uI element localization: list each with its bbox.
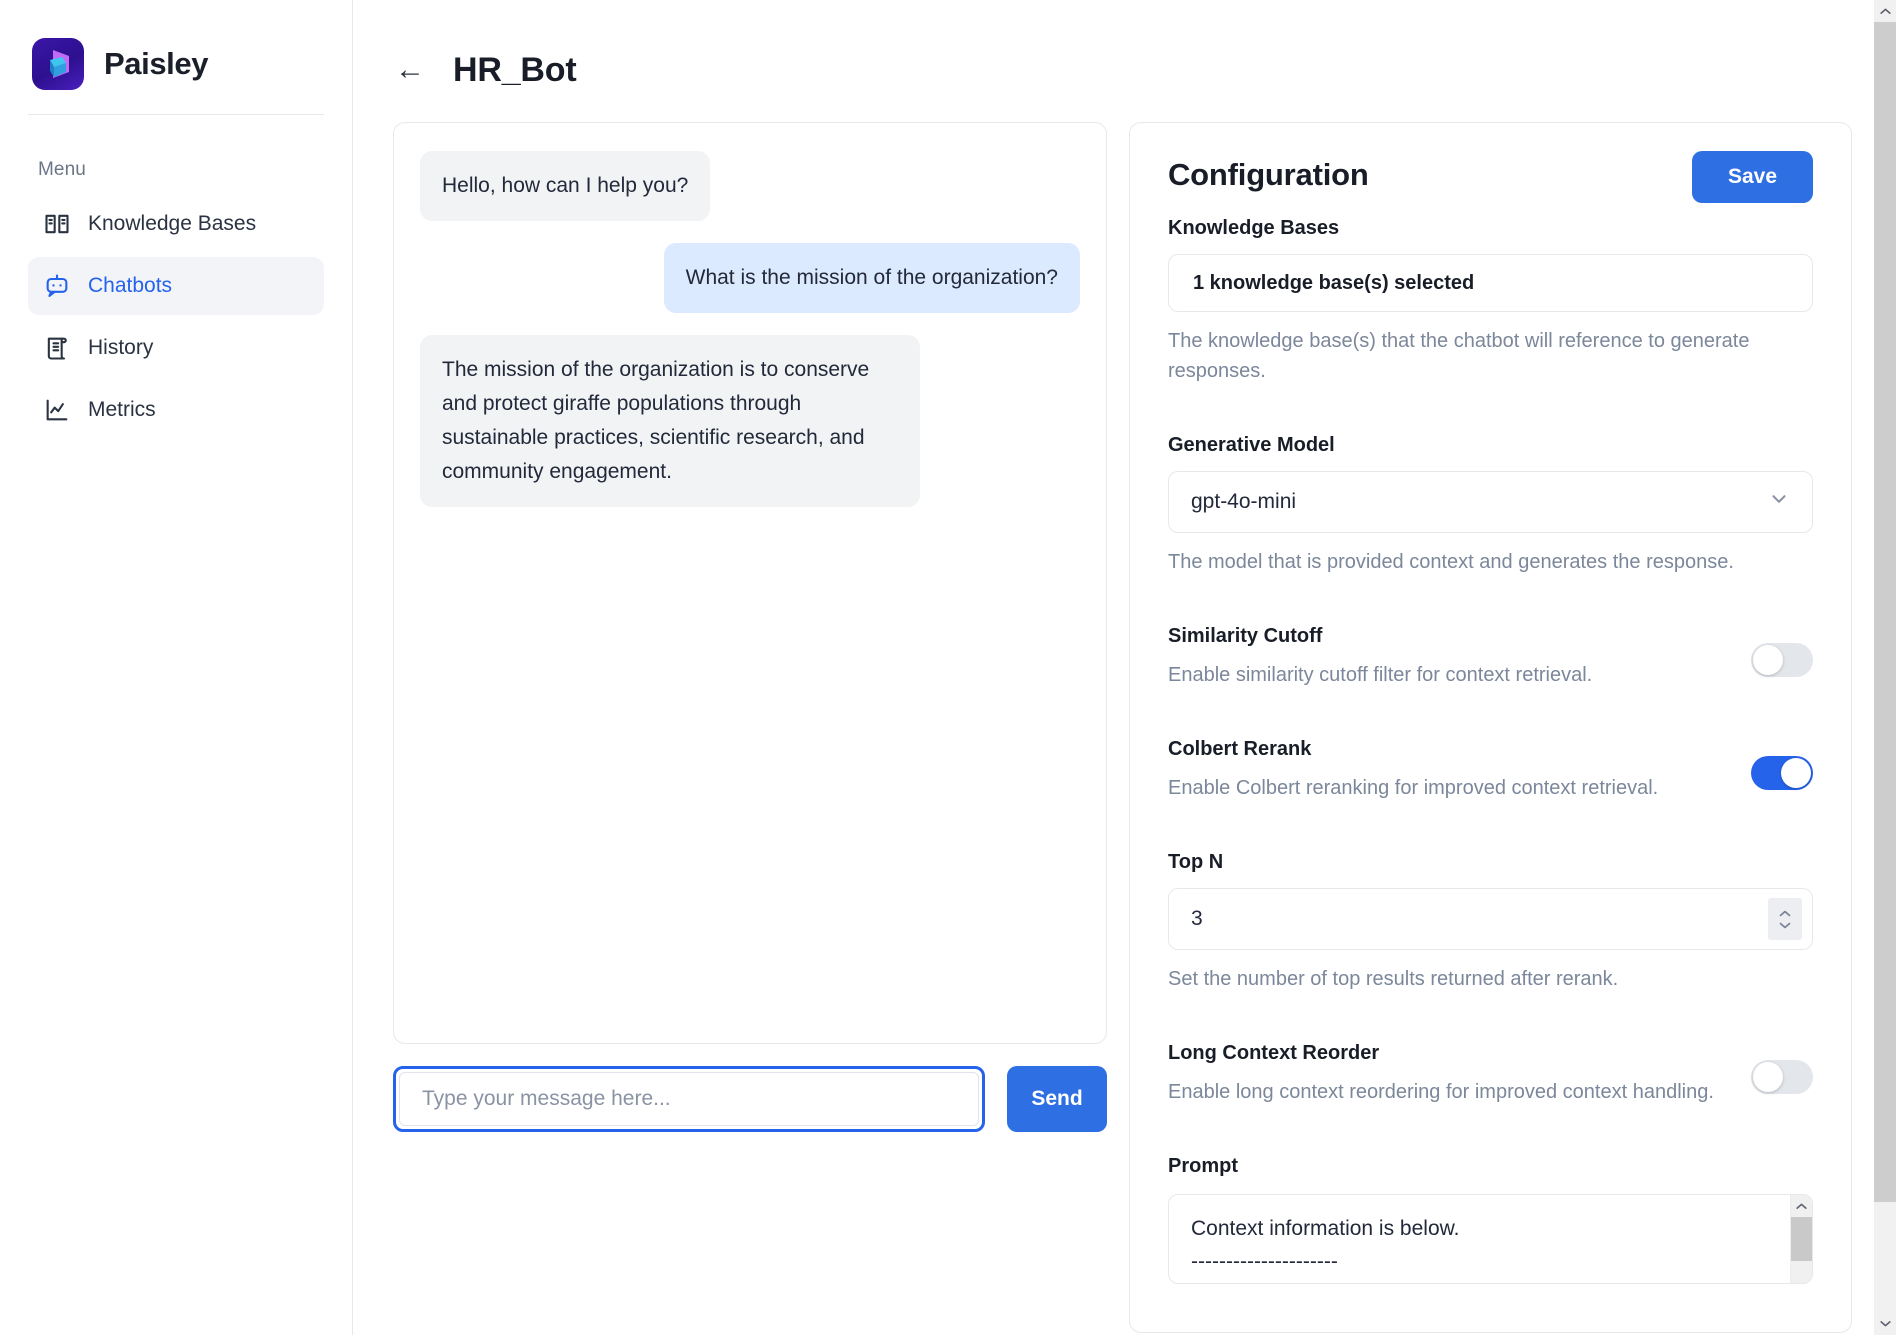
knowledge-bases-select[interactable]: 1 knowledge base(s) selected: [1168, 254, 1813, 312]
main-content: ← HR_Bot Hello, how can I help you? What…: [353, 0, 1896, 1335]
page-scroll-up-icon[interactable]: [1874, 0, 1896, 22]
similarity-cutoff-field: Similarity Cutoff Enable similarity cuto…: [1168, 625, 1813, 690]
page-scrollbar-thumb[interactable]: [1874, 22, 1896, 1202]
similarity-cutoff-desc: Enable similarity cutoff filter for cont…: [1168, 664, 1593, 686]
chat-message-bot: The mission of the organization is to co…: [420, 335, 920, 508]
app-root: Paisley Menu Knowledge Bases Chatbots Hi…: [0, 0, 1896, 1335]
colbert-rerank-field: Colbert Rerank Enable Colbert reranking …: [1168, 738, 1813, 803]
line-chart-icon: [42, 395, 72, 425]
chat-message-list: Hello, how can I help you? What is the m…: [393, 122, 1107, 1044]
colbert-rerank-label: Colbert Rerank: [1168, 738, 1312, 760]
knowledge-bases-value: 1 knowledge base(s) selected: [1193, 271, 1475, 294]
brand-name: Paisley: [104, 46, 209, 81]
page-scrollbar[interactable]: [1874, 0, 1896, 1335]
knowledge-bases-help: The knowledge base(s) that the chatbot w…: [1168, 330, 1750, 382]
sidebar-item-label: Metrics: [88, 398, 156, 421]
chat-message-user: What is the mission of the organization?: [663, 243, 1080, 314]
chatbot-icon: [42, 271, 72, 301]
back-arrow-icon[interactable]: ←: [393, 53, 427, 87]
generative-model-select[interactable]: gpt-4o-mini: [1168, 471, 1813, 533]
top-n-stepper[interactable]: [1768, 898, 1802, 940]
sidebar-item-label: History: [88, 336, 154, 359]
toggle-knob: [1753, 1062, 1783, 1092]
knowledge-bases-field: Knowledge Bases 1 knowledge base(s) sele…: [1168, 217, 1813, 386]
configuration-column: Configuration Save Knowledge Bases 1 kno…: [1129, 122, 1852, 1335]
book-open-icon: [42, 209, 72, 239]
top-n-value: 3: [1191, 907, 1203, 930]
message-input-wrapper: [393, 1066, 985, 1132]
similarity-cutoff-texts: Similarity Cutoff Enable similarity cuto…: [1168, 625, 1731, 690]
colbert-rerank-toggle[interactable]: [1751, 756, 1813, 790]
long-context-reorder-desc: Enable long context reordering for impro…: [1168, 1081, 1714, 1103]
top-n-label: Top N: [1168, 851, 1224, 873]
toggle-knob: [1753, 645, 1783, 675]
configuration-header: Configuration Save: [1168, 151, 1813, 203]
top-n-help: Set the number of top results returned a…: [1168, 968, 1619, 990]
menu-section-label: Menu: [38, 159, 86, 180]
generative-model-value: gpt-4o-mini: [1191, 490, 1297, 513]
long-context-reorder-toggle[interactable]: [1751, 1060, 1813, 1094]
similarity-cutoff-toggle[interactable]: [1751, 643, 1813, 677]
message-input[interactable]: [399, 1072, 979, 1126]
scroll-icon: [42, 333, 72, 363]
page-header: ← HR_Bot: [353, 0, 1896, 100]
chevron-down-icon: [1768, 488, 1790, 516]
prompt-scrollbar-thumb[interactable]: [1790, 1217, 1812, 1261]
sidebar-item-label: Knowledge Bases: [88, 212, 257, 235]
colbert-rerank-texts: Colbert Rerank Enable Colbert reranking …: [1168, 738, 1731, 803]
prompt-textarea-wrapper[interactable]: Context information is below. ----------…: [1168, 1194, 1813, 1284]
generative-model-help: The model that is provided context and g…: [1168, 551, 1734, 573]
sidebar-item-knowledge-bases[interactable]: Knowledge Bases: [28, 195, 324, 253]
similarity-cutoff-label: Similarity Cutoff: [1168, 625, 1323, 647]
sidebar-item-label: Chatbots: [88, 274, 173, 297]
long-context-reorder-texts: Long Context Reorder Enable long context…: [1168, 1042, 1731, 1107]
page-scrollbar-track[interactable]: [1874, 22, 1896, 1313]
page-scroll-down-icon[interactable]: [1874, 1313, 1896, 1335]
sidebar-item-metrics[interactable]: Metrics: [28, 381, 324, 439]
colbert-rerank-desc: Enable Colbert reranking for improved co…: [1168, 777, 1659, 799]
prompt-label: Prompt: [1168, 1155, 1238, 1177]
send-button[interactable]: Send: [1007, 1066, 1107, 1132]
toggle-knob: [1781, 758, 1811, 788]
long-context-reorder-field: Long Context Reorder Enable long context…: [1168, 1042, 1813, 1107]
paisley-logo-icon: [32, 38, 84, 90]
prompt-textarea[interactable]: Context information is below. ----------…: [1169, 1195, 1790, 1283]
knowledge-bases-label: Knowledge Bases: [1168, 217, 1340, 239]
top-n-field: Top N 3 Set the number of top results re…: [1168, 851, 1813, 994]
scroll-up-icon[interactable]: [1795, 1195, 1808, 1217]
sidebar: Paisley Menu Knowledge Bases Chatbots Hi…: [0, 0, 353, 1335]
prompt-field: Prompt Context information is below. ---…: [1168, 1155, 1813, 1284]
generative-model-field: Generative Model gpt-4o-mini The model t…: [1168, 434, 1813, 577]
sidebar-item-history[interactable]: History: [28, 319, 324, 377]
top-n-input-wrapper[interactable]: 3: [1168, 888, 1813, 950]
sidebar-nav: Knowledge Bases Chatbots History Metrics: [28, 195, 324, 439]
prompt-scrollbar[interactable]: [1790, 1195, 1812, 1283]
generative-model-label: Generative Model: [1168, 434, 1335, 456]
configuration-title: Configuration: [1168, 157, 1369, 192]
page-title: HR_Bot: [453, 50, 577, 89]
save-button[interactable]: Save: [1691, 151, 1813, 203]
chat-column: Hello, how can I help you? What is the m…: [393, 122, 1107, 1335]
sidebar-item-chatbots[interactable]: Chatbots: [28, 257, 324, 315]
message-composer: Send: [393, 1066, 1107, 1132]
configuration-panel: Configuration Save Knowledge Bases 1 kno…: [1129, 122, 1852, 1333]
brand: Paisley: [28, 0, 324, 100]
content-area: Hello, how can I help you? What is the m…: [353, 100, 1896, 1335]
long-context-reorder-label: Long Context Reorder: [1168, 1042, 1380, 1064]
chat-message-bot: Hello, how can I help you?: [420, 151, 711, 222]
